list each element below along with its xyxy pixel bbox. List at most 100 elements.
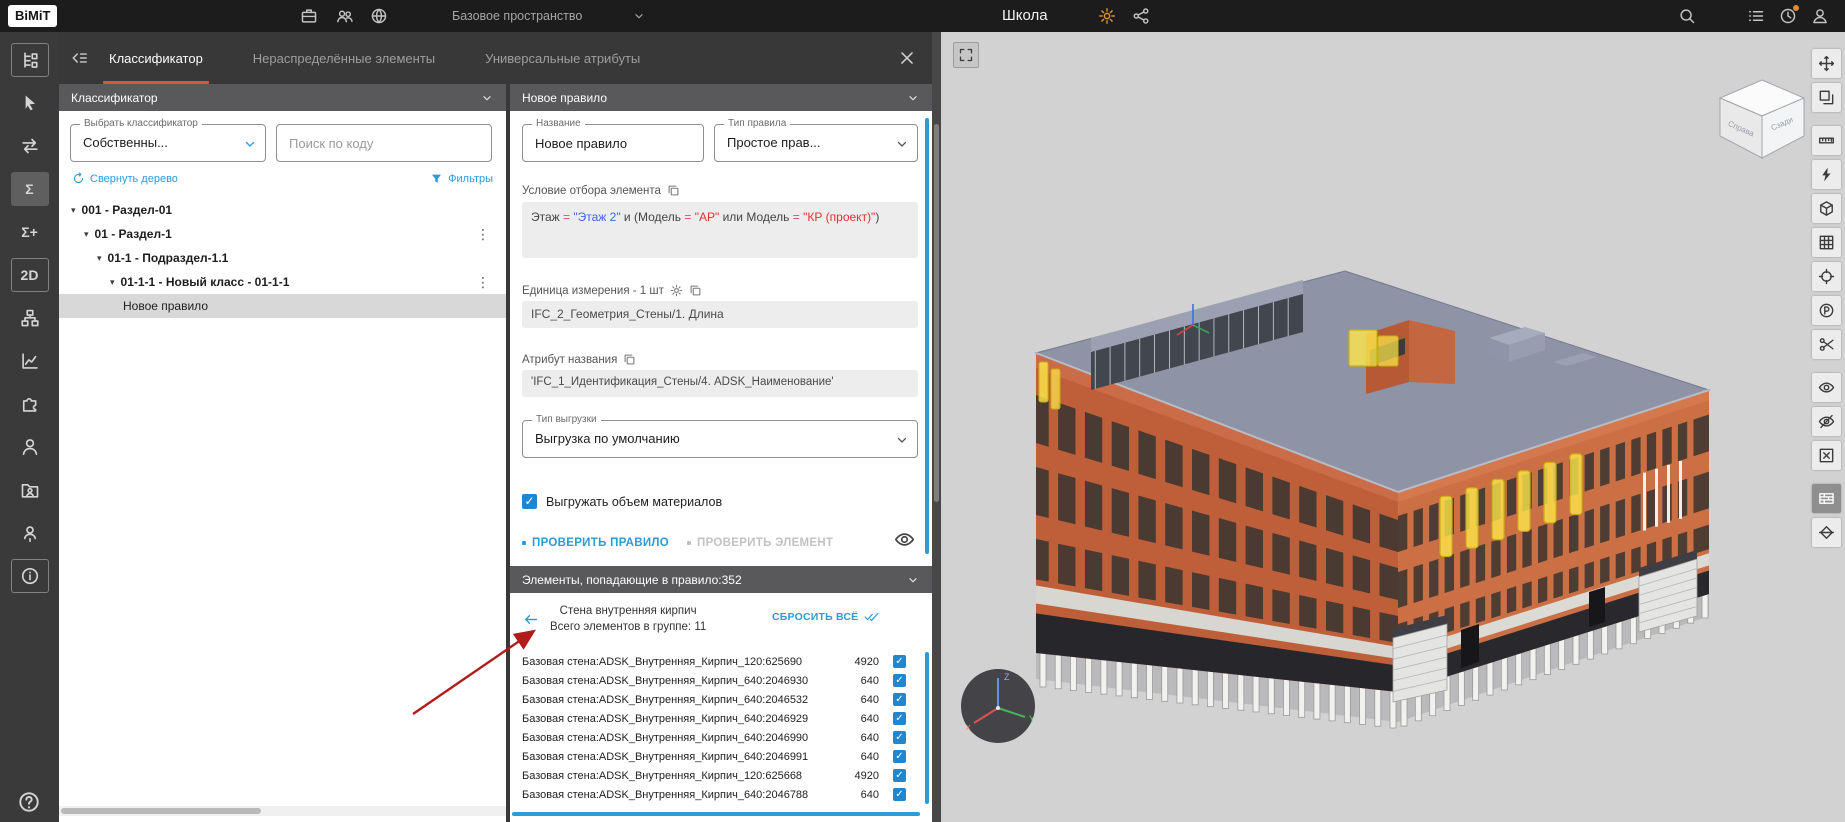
team-icon[interactable] [336, 7, 354, 25]
element-checkbox[interactable]: ✓ [893, 750, 906, 763]
element-checkbox[interactable]: ✓ [893, 712, 906, 725]
classifier-select[interactable]: Выбрать классификатор Собственны... [70, 124, 266, 162]
tree-node[interactable]: ▾01-1 - Подраздел-1.1 [59, 246, 506, 270]
list-scrollbar[interactable] [925, 652, 929, 804]
element-row[interactable]: Базовая стена:ADSK_Внутренняя_Кирпич_640… [522, 747, 920, 766]
horizontal-scrollbar[interactable] [59, 806, 506, 816]
tree-node[interactable]: ▾01-1-1 - Новый класс - 01-1-1⋮ [59, 270, 506, 294]
code-search-input[interactable] [277, 125, 491, 161]
element-checkbox[interactable]: ✓ [893, 655, 906, 668]
element-row[interactable]: Базовая стена:ADSK_Внутренняя_Кирпич_640… [522, 690, 920, 709]
viewport-3d[interactable]: Справа Сзади Z x Y [941, 32, 1845, 822]
hide-elements-tool[interactable] [1812, 407, 1841, 436]
rule-name-field[interactable]: Название [522, 124, 704, 162]
workspace-selector[interactable]: Базовое пространство [452, 0, 582, 32]
kebab-menu-icon[interactable]: ⋮ [476, 274, 490, 291]
check-element-button[interactable]: ПРОВЕРИТЬ ЭЛЕМЕНТ [687, 537, 833, 549]
classifier-panel-header[interactable]: Классификатор [59, 84, 506, 111]
view-cube[interactable]: Справа Сзади [1712, 74, 1812, 166]
properties-tool[interactable] [1812, 296, 1841, 325]
unit-expression[interactable]: IFC_2_Геометрия_Стены/1. Длина [522, 301, 918, 328]
users-tool[interactable] [0, 425, 59, 468]
check-rule-button[interactable]: ПРОВЕРИТЬ ПРАВИЛО [522, 537, 669, 549]
plugins-tool[interactable] [0, 382, 59, 425]
user-access-tool[interactable] [0, 511, 59, 554]
projects-icon[interactable] [300, 7, 318, 25]
gear-icon[interactable] [670, 284, 683, 297]
element-checkbox[interactable]: ✓ [893, 693, 906, 706]
locate-tool[interactable] [1812, 262, 1841, 291]
preview-eye-icon[interactable] [894, 529, 915, 550]
building-model[interactable] [941, 32, 1845, 822]
fullscreen-icon[interactable] [953, 42, 979, 68]
element-checkbox[interactable]: ✓ [893, 731, 906, 744]
back-arrow-icon[interactable] [522, 611, 539, 628]
network-icon[interactable] [370, 7, 388, 25]
tree-node[interactable]: ▾01 - Раздел-1⋮ [59, 222, 506, 246]
rule-type-select[interactable]: Тип правила Простое прав... [714, 124, 918, 162]
tab-classifier[interactable]: Классификатор [103, 32, 209, 84]
share-icon[interactable] [1132, 7, 1150, 25]
rule-name-input[interactable] [523, 125, 703, 161]
condition-expression[interactable]: Этаж = "Этаж 2" и (Модель = "АР" или Мод… [522, 202, 918, 258]
element-row[interactable]: Базовая стена:ADSK_Внутренняя_Кирпич_120… [522, 652, 920, 671]
section-tool[interactable] [1812, 330, 1841, 359]
tree-expand-icon[interactable]: ▾ [110, 277, 115, 288]
app-logo[interactable]: BiMiT [8, 5, 57, 27]
drawer-scrollbar[interactable] [932, 32, 941, 822]
select-tool[interactable] [0, 81, 59, 124]
copy-icon[interactable] [623, 353, 636, 366]
element-checkbox[interactable]: ✓ [893, 769, 906, 782]
copy-icon[interactable] [667, 184, 680, 197]
element-row[interactable]: Базовая стена:ADSK_Внутренняя_Кирпич_120… [522, 766, 920, 785]
kebab-menu-icon[interactable]: ⋮ [476, 226, 490, 243]
elements-panel-header[interactable]: Элементы, попадающие в правило:352 [510, 566, 932, 593]
views-tool[interactable] [1812, 83, 1841, 112]
element-row[interactable]: Базовая стена:ADSK_Внутренняя_Кирпич_640… [522, 728, 920, 747]
shared-projects-tool[interactable] [0, 468, 59, 511]
element-checkbox[interactable]: ✓ [893, 788, 906, 801]
chevron-down-icon[interactable] [632, 9, 646, 23]
reset-all-link[interactable]: СБРОСИТЬ ВСЁ [772, 609, 879, 624]
form-scrollbar[interactable] [925, 118, 929, 554]
collapse-tree-link[interactable]: Свернуть дерево [72, 172, 178, 185]
tree-expand-icon[interactable]: ▾ [84, 229, 89, 240]
list-horizontal-scrollbar[interactable] [512, 812, 920, 816]
settings-gear-icon[interactable] [1098, 7, 1116, 25]
hierarchy-tool[interactable] [0, 296, 59, 339]
grid-tool[interactable] [1812, 228, 1841, 257]
clip-plane-tool[interactable] [1812, 518, 1841, 547]
analytics-tool[interactable] [0, 339, 59, 382]
classifier-plus-tool[interactable]: Σ+ [0, 210, 59, 253]
tree-node[interactable]: Новое правило [59, 294, 506, 318]
isolate-tool[interactable] [1812, 441, 1841, 470]
materials-checkbox[interactable]: ✓ [522, 494, 537, 509]
user-account-icon[interactable] [1811, 7, 1829, 25]
show-elements-tool[interactable] [1812, 373, 1841, 402]
pan-tool[interactable] [1812, 49, 1841, 78]
export-type-select[interactable]: Тип выгрузки Выгрузка по умолчанию [522, 420, 918, 458]
tree-expand-icon[interactable]: ▾ [71, 205, 76, 216]
element-row[interactable]: Базовая стена:ADSK_Внутренняя_Кирпич_640… [522, 785, 920, 804]
name-attr-expression[interactable]: 'IFC_1_Идентификация_Стены/4. ADSK_Наиме… [522, 370, 918, 397]
walls-tool[interactable] [1812, 484, 1841, 513]
compare-tool[interactable] [0, 124, 59, 167]
measure-tool[interactable] [1812, 126, 1841, 155]
tree-expand-icon[interactable]: ▾ [97, 253, 102, 264]
collapse-panel-icon[interactable] [71, 49, 89, 67]
filters-link[interactable]: Фильтры [430, 172, 493, 185]
tab-universal-attributes[interactable]: Универсальные атрибуты [479, 32, 646, 84]
close-icon[interactable] [898, 49, 916, 67]
menu-list-icon[interactable] [1747, 7, 1765, 25]
2d-view-tool[interactable]: 2D [0, 253, 59, 296]
tab-unallocated-elements[interactable]: Нераспределённые элементы [247, 32, 441, 84]
rule-panel-header[interactable]: Новое правило [510, 84, 932, 111]
code-search-field[interactable] [276, 124, 492, 162]
structure-tool[interactable] [0, 38, 59, 81]
classifier-tool[interactable]: Σ [0, 167, 59, 210]
copy-icon[interactable] [689, 284, 702, 297]
info-tool[interactable] [0, 554, 59, 597]
tree-node[interactable]: ▾001 - Раздел-01 [59, 198, 506, 222]
history-icon[interactable] [1779, 7, 1797, 25]
element-row[interactable]: Базовая стена:ADSK_Внутренняя_Кирпич_640… [522, 709, 920, 728]
